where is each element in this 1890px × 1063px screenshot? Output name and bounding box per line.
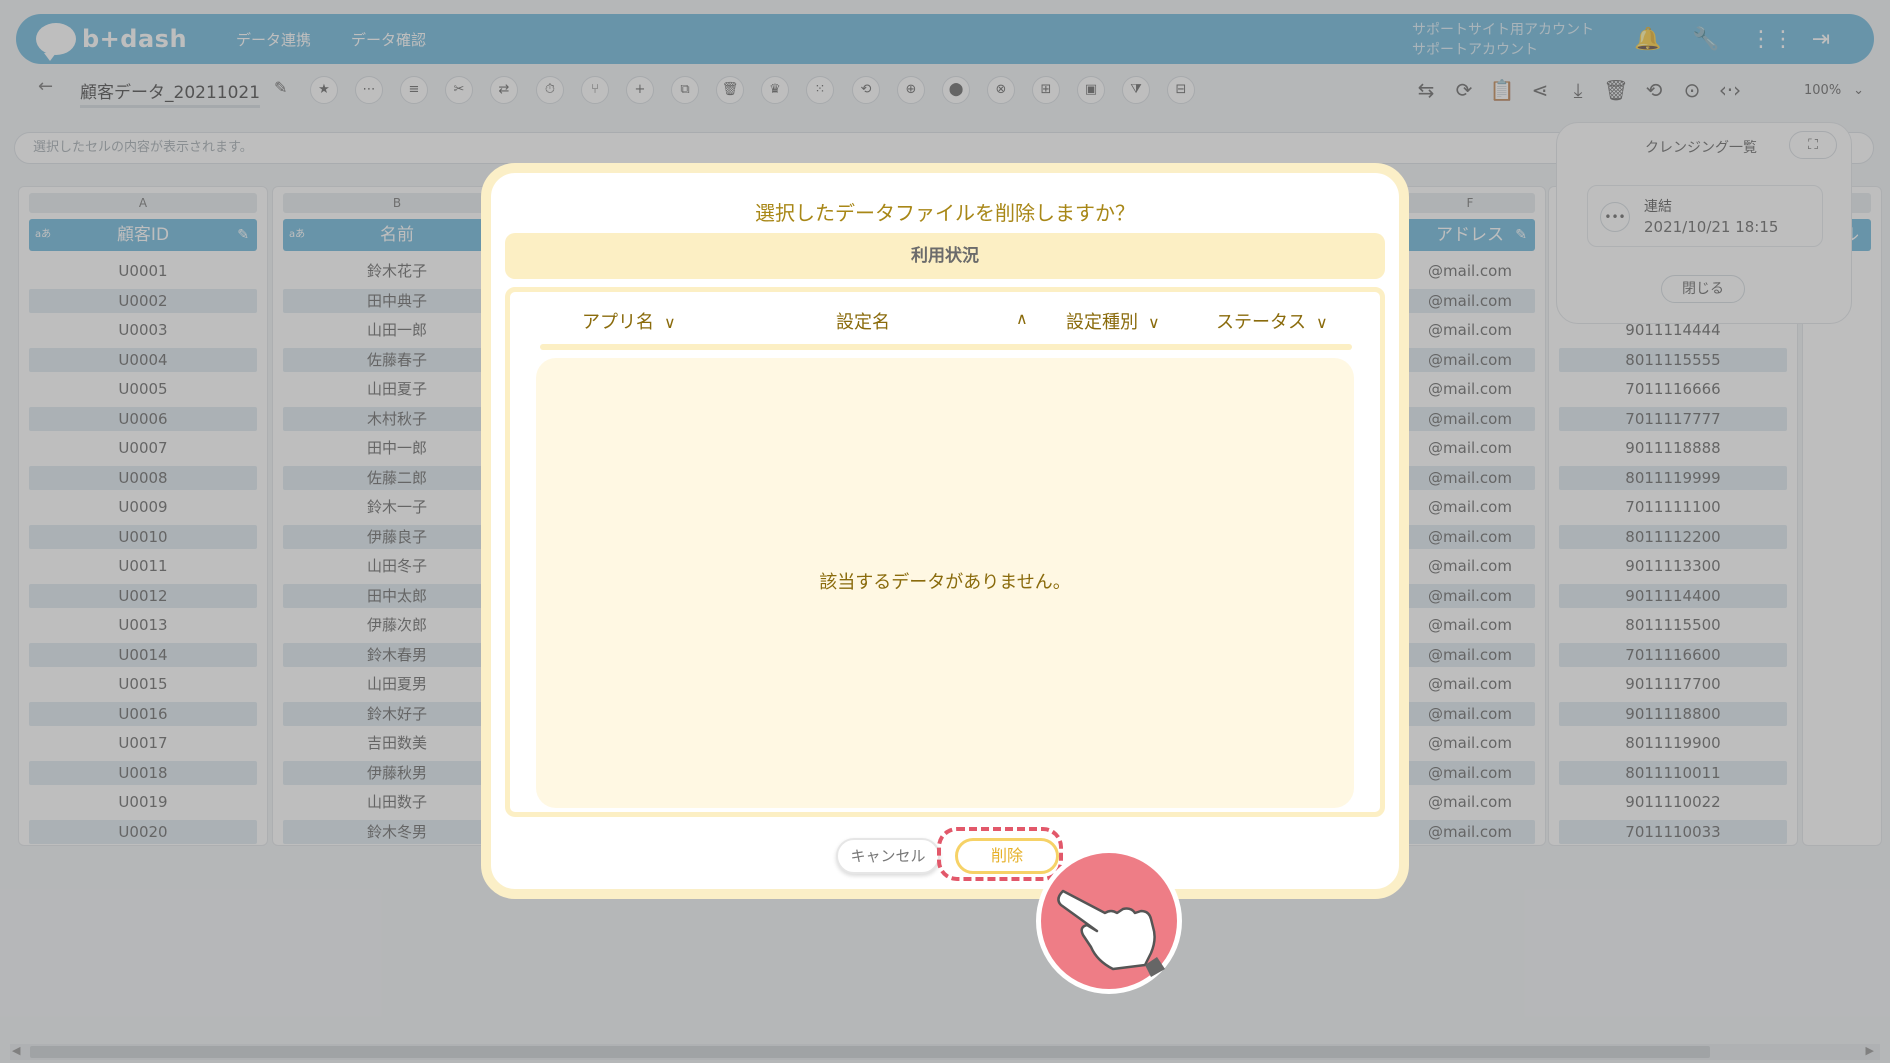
chevron-down-icon: ∨ — [664, 313, 676, 332]
empty-table-area: 該当するデータがありません。 — [536, 358, 1354, 808]
header-label: アプリ名 — [582, 312, 654, 333]
usage-section-title: 利用状況 — [505, 233, 1385, 279]
pointing-hand-icon — [1036, 848, 1182, 994]
delete-confirm-dialog: 選択したデータファイルを削除しますか？ 利用状況 アプリ名 ∨ 設定名 ∧ 設定種… — [481, 163, 1409, 899]
header-divider — [540, 344, 1352, 350]
header-app-name[interactable]: アプリ名 ∨ — [582, 308, 676, 334]
dialog-title: 選択したデータファイルを削除しますか？ — [755, 201, 1135, 225]
header-setting-type[interactable]: 設定種別 ∨ — [1066, 308, 1160, 334]
chevron-up-icon: ∧ — [1016, 309, 1028, 328]
chevron-down-icon: ∨ — [1316, 313, 1328, 332]
header-status[interactable]: ステータス ∨ — [1216, 308, 1328, 334]
delete-button-highlight — [937, 827, 1063, 881]
header-label: 設定種別 — [1066, 312, 1138, 333]
header-label: 設定名 — [836, 312, 890, 333]
chevron-down-icon: ∨ — [1148, 313, 1160, 332]
usage-table: アプリ名 ∨ 設定名 ∧ 設定種別 ∨ ステータス ∨ 該当するデータがありません。 — [505, 287, 1385, 817]
sort-ascending-icon[interactable]: ∧ — [1006, 308, 1028, 329]
cancel-button[interactable]: キャンセル — [836, 838, 940, 874]
empty-message: 該当するデータがありません。 — [819, 572, 1071, 593]
header-label: ステータス — [1216, 312, 1306, 333]
header-setting-name[interactable]: 設定名 — [836, 308, 890, 334]
hand-glyph — [1057, 889, 1165, 977]
